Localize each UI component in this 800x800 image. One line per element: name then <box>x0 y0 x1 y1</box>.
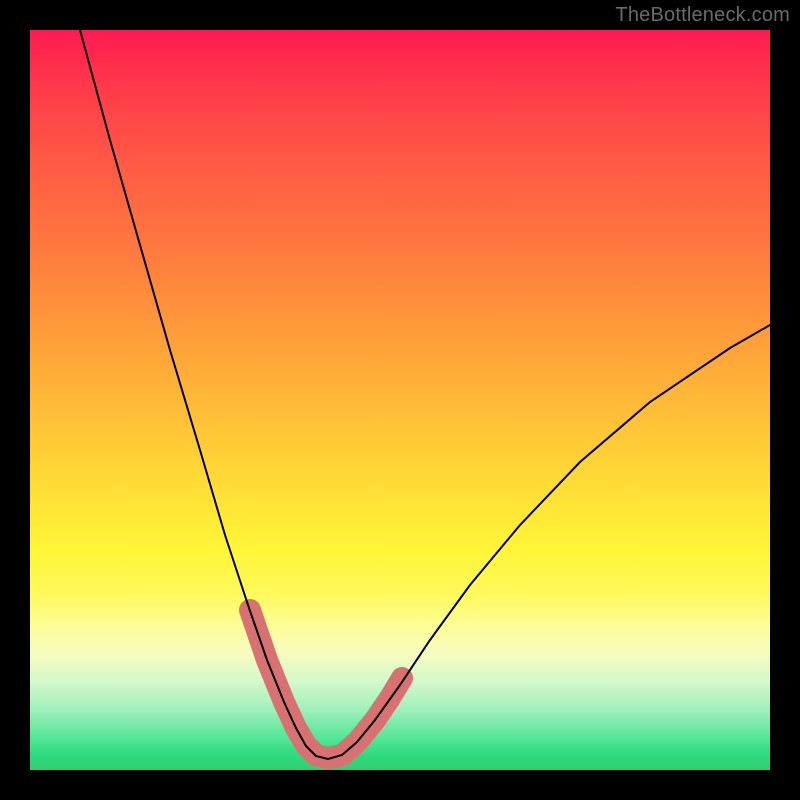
watermark-text: TheBottleneck.com <box>615 4 790 27</box>
bottleneck-curve <box>80 30 770 759</box>
chart-svg <box>30 30 770 770</box>
trough-highlight <box>250 610 402 758</box>
